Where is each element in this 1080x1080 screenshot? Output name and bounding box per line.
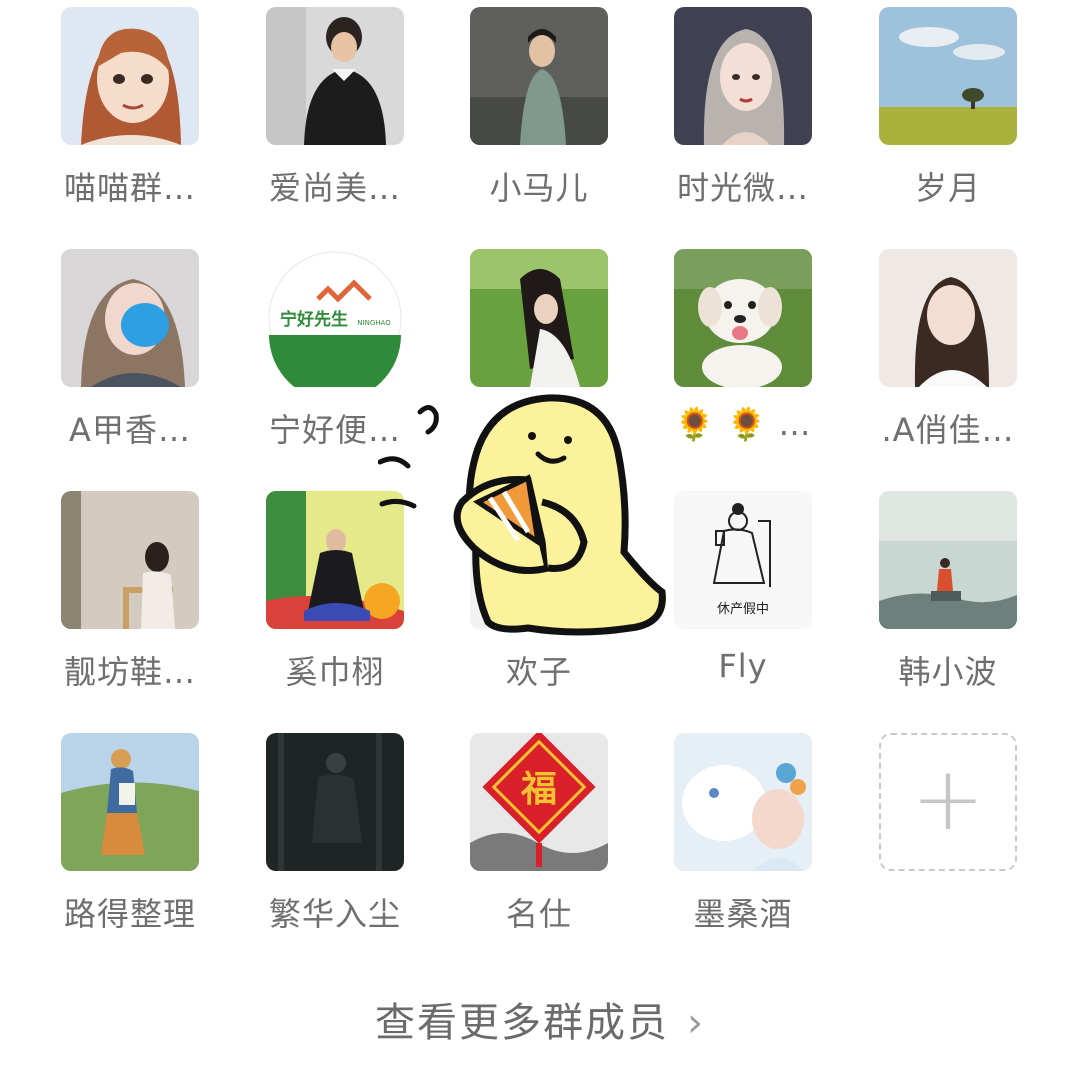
member-item[interactable]: 喵喵群…	[35, 7, 225, 209]
illustrated-woman-avatar	[674, 7, 812, 145]
avatar	[674, 249, 812, 387]
avatar	[879, 491, 1017, 629]
avatar	[470, 249, 608, 387]
avatar	[879, 249, 1017, 387]
woman-grass-avatar	[470, 249, 608, 387]
member-name: 爱尚美…	[268, 169, 401, 207]
logo-subtext: NINGHAO	[357, 319, 391, 327]
avatar	[674, 733, 812, 871]
member-item[interactable]: 韩小波	[853, 491, 1043, 693]
avatar	[674, 7, 812, 145]
cartoon-girl-avatar	[61, 7, 199, 145]
avatar	[61, 491, 199, 629]
member-item[interactable]: 福 名仕	[444, 733, 634, 935]
member-name: 小马儿	[489, 169, 589, 207]
avatar	[61, 733, 199, 871]
girl-blue-mask-avatar	[61, 249, 199, 387]
dark-silhouette-avatar	[266, 733, 404, 871]
seaside-figure-avatar	[879, 491, 1017, 629]
member-name: 岁月	[914, 169, 981, 207]
avatar-caption: 休产假中	[717, 602, 769, 617]
avatar	[61, 249, 199, 387]
fu-character: 福	[520, 768, 557, 810]
view-more-label: 查看更多群成员	[375, 1000, 669, 1046]
view-more-members-link[interactable]: 查看更多群成员 ›	[0, 990, 1080, 1048]
avatar	[266, 733, 404, 871]
add-member-box[interactable]: +	[879, 733, 1017, 871]
member-name: 墨桑酒	[693, 895, 793, 933]
illustrated-walker-avatar	[61, 733, 199, 871]
member-item[interactable]: 岁月	[853, 7, 1043, 209]
landscape-tree-avatar	[879, 7, 1017, 145]
ninghao-logo-avatar: 宁好先生 NINGHAO	[266, 249, 404, 387]
woman-green-dress-avatar	[470, 7, 608, 145]
member-item[interactable]: .A俏佳…	[853, 249, 1043, 451]
member-name: .A俏佳…	[881, 411, 1015, 449]
chevron-right-icon: ›	[687, 1000, 705, 1046]
member-name: 时光微…	[676, 169, 809, 207]
member-name: 繁华入尘	[268, 895, 401, 933]
avatar: 休产假中	[674, 491, 812, 629]
sketch-maternity-avatar: 休产假中	[674, 491, 812, 629]
member-item[interactable]: A甲香…	[35, 249, 225, 451]
member-item[interactable]	[444, 249, 634, 405]
member-name: 奚巾栩	[285, 653, 385, 691]
add-member-button[interactable]: +	[853, 733, 1043, 871]
member-item[interactable]: 爱尚美…	[240, 7, 430, 209]
member-item[interactable]: 靓坊鞋…	[35, 491, 225, 693]
woman-selfie-avatar	[879, 249, 1017, 387]
white-puppy-avatar	[674, 249, 812, 387]
avatar: 福	[470, 733, 608, 871]
member-name: 喵喵群…	[63, 169, 196, 207]
member-name: 路得整理	[63, 895, 196, 933]
member-item[interactable]: 小马儿	[444, 7, 634, 209]
member-name: 靓坊鞋…	[63, 653, 196, 691]
member-item[interactable]: 🌻 🌻 …	[648, 249, 838, 443]
member-name: Fly	[718, 647, 768, 685]
plus-icon: +	[911, 747, 985, 850]
member-name: 欢子	[505, 653, 572, 691]
avatar	[266, 7, 404, 145]
member-item[interactable]: 时光微…	[648, 7, 838, 209]
avatar	[61, 7, 199, 145]
yellow-blob-sticker-icon	[378, 394, 666, 636]
member-item[interactable]: 休产假中 Fly	[648, 491, 838, 685]
member-item[interactable]: 繁华入尘	[240, 733, 430, 935]
fu-decoration-avatar: 福	[470, 733, 608, 871]
avatar	[470, 7, 608, 145]
member-name: 名仕	[505, 895, 572, 933]
member-name: 韩小波	[898, 653, 998, 691]
member-item[interactable]: 路得整理	[35, 733, 225, 935]
logo-text: 宁好先生	[280, 309, 348, 330]
member-name: A甲香…	[69, 411, 191, 449]
member-item[interactable]: 墨桑酒	[648, 733, 838, 935]
avatar: 宁好先生 NINGHAO	[266, 249, 404, 387]
member-name: 🌻 🌻 …	[674, 405, 812, 443]
woman-chair-avatar	[61, 491, 199, 629]
avatar	[879, 7, 1017, 145]
woman-black-sweater-avatar	[266, 7, 404, 145]
white-cat-girl-avatar	[674, 733, 812, 871]
